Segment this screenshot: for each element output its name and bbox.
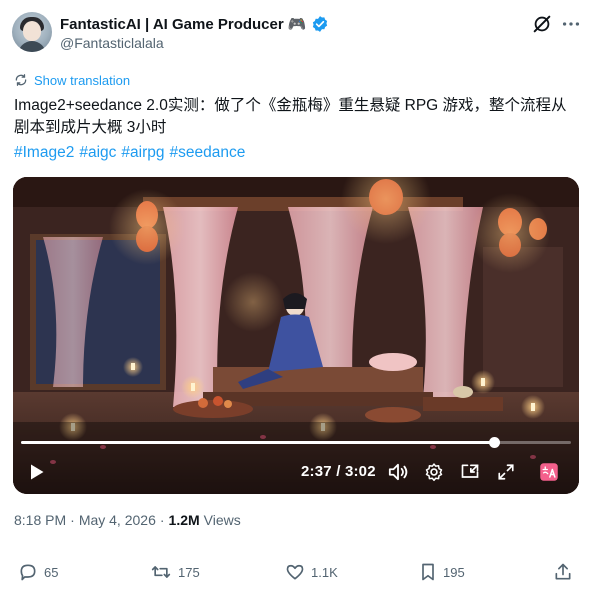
settings-icon (425, 463, 443, 482)
views-count: 1.2M (168, 512, 200, 528)
meta-separator: · (159, 512, 165, 528)
more-icon[interactable] (560, 13, 582, 35)
author-name-row: FantasticAI | AI Game Producer 🎮 (60, 14, 329, 34)
author-handle[interactable]: @Fantasticlalala (60, 35, 164, 51)
share-icon (555, 563, 571, 580)
tweet-date[interactable]: May 4, 2026 (79, 512, 156, 528)
reply-button[interactable]: 65 (18, 560, 58, 584)
video-time-separator: / (331, 463, 345, 480)
video-progress-bar[interactable] (21, 437, 571, 448)
picture-in-picture-button[interactable] (459, 461, 481, 483)
show-translation-link[interactable]: Show translation (14, 70, 130, 90)
heart-icon (286, 564, 304, 580)
repost-icon (151, 566, 171, 578)
video-duration: 3:02 (344, 463, 376, 480)
hashtags: #Image2 #aigc #airpg #seedance (14, 142, 245, 164)
show-translation-label: Show translation (34, 72, 131, 88)
avatar-body (18, 41, 46, 52)
picture-in-picture-icon (461, 464, 479, 478)
verified-badge-icon (312, 16, 327, 32)
repost-count: 175 (178, 564, 200, 580)
views-label: Views (203, 512, 241, 528)
reply-icon (20, 564, 36, 581)
avatar-face (23, 21, 41, 41)
like-count: 1.1K (311, 564, 338, 580)
video-progress-fill (21, 441, 494, 444)
video-player[interactable]: 2:37 / 3:02 (13, 177, 579, 494)
captions-icon (540, 463, 558, 481)
author-display-name[interactable]: FantasticAI | AI Game Producer 🎮 (60, 15, 307, 33)
share-button[interactable] (553, 560, 573, 584)
meta-separator: · (70, 512, 75, 528)
fullscreen-button[interactable] (495, 461, 517, 483)
tweet-text: Image2+seedance 2.0实测：做了个《金瓶梅》重生悬疑 RPG 游… (14, 97, 567, 136)
bookmark-icon (422, 563, 434, 581)
bookmark-button[interactable]: 195 (419, 560, 465, 584)
volume-button[interactable] (387, 461, 409, 483)
video-current-time: 2:37 (301, 463, 332, 480)
hashtag-link[interactable]: #airpg (121, 142, 164, 164)
settings-button[interactable] (423, 461, 445, 483)
hashtag-link[interactable]: #Image2 (14, 142, 74, 164)
volume-icon (388, 463, 408, 481)
hashtag-link[interactable]: #aigc (79, 142, 116, 164)
like-button[interactable]: 1.1K (285, 560, 338, 584)
play-icon (31, 464, 44, 480)
grok-icon[interactable] (531, 13, 553, 35)
avatar[interactable] (12, 12, 52, 52)
video-timestamp: 2:37 / 3:02 (301, 461, 376, 483)
reply-count: 65 (44, 564, 59, 580)
captions-button[interactable] (538, 461, 560, 483)
bookmark-count: 195 (443, 564, 465, 580)
fullscreen-icon (498, 464, 514, 480)
repost-button[interactable]: 175 (150, 560, 200, 584)
tweet-time[interactable]: 8:18 PM (14, 512, 66, 528)
play-button[interactable] (27, 461, 47, 483)
tweet-meta: 8:18 PM · May 4, 2026 · 1.2M Views (14, 512, 241, 528)
video-progress-knob[interactable] (488, 437, 500, 448)
hashtag-link[interactable]: #seedance (169, 142, 245, 164)
translate-icon (15, 74, 27, 86)
